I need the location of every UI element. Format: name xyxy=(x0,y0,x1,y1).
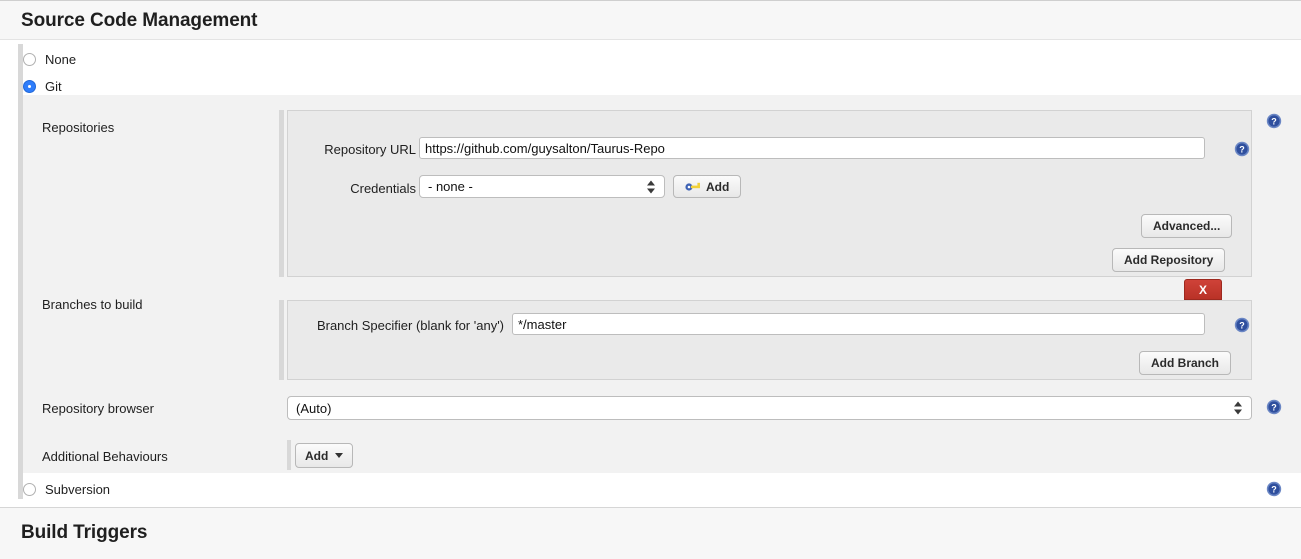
additional-behaviours-add-button[interactable]: Add xyxy=(295,443,354,468)
credentials-label: Credentials xyxy=(350,181,416,196)
jenkins-job-config-page: Source Code Management None Git Reposito… xyxy=(0,0,1301,559)
svg-text:?: ? xyxy=(1239,145,1245,155)
credentials-select[interactable]: - none - xyxy=(419,175,665,198)
chevron-down-icon xyxy=(335,453,344,458)
branch-specifier-help-icon[interactable]: ? xyxy=(1234,317,1250,333)
radio-subversion[interactable] xyxy=(23,482,36,496)
add-credentials-button[interactable]: Add xyxy=(673,175,742,198)
select-arrows-icon xyxy=(1234,401,1243,416)
delete-branch-label: X xyxy=(1198,282,1207,297)
repository-browser-select[interactable]: (Auto) xyxy=(287,396,1252,420)
select-arrows-icon xyxy=(647,179,656,194)
repository-browser-row-label: Repository browser xyxy=(42,401,154,416)
svg-text:?: ? xyxy=(1271,485,1277,495)
branches-to-build-row-label: Branches to build xyxy=(42,297,143,312)
repository-url-help-icon[interactable]: ? xyxy=(1234,141,1250,157)
radio-none[interactable] xyxy=(23,52,36,66)
branch-specifier-input[interactable] xyxy=(512,313,1205,335)
key-icon xyxy=(685,181,701,192)
svg-text:?: ? xyxy=(1271,117,1277,127)
repositories-help-icon[interactable]: ? xyxy=(1266,113,1282,129)
subversion-help-icon[interactable]: ? xyxy=(1266,481,1282,497)
credentials-selected-value: - none - xyxy=(428,179,473,194)
additional-behaviours-add-label: Add xyxy=(305,448,329,463)
scm-option-none[interactable]: None xyxy=(23,47,76,71)
build-triggers-section-header: Build Triggers xyxy=(0,507,1301,559)
additional-behaviours-rail xyxy=(287,440,291,470)
repository-browser-selected-value: (Auto) xyxy=(296,400,332,416)
branch-entry-block: X Branch Specifier (blank for 'any') ? A… xyxy=(279,279,1252,380)
add-repository-button-label: Add Repository xyxy=(1124,253,1214,267)
scm-option-subversion-label: Subversion xyxy=(45,481,111,497)
scm-option-subversion[interactable]: Subversion xyxy=(23,477,110,501)
advanced-button-label: Advanced... xyxy=(1153,219,1221,233)
scm-option-none-label: None xyxy=(45,51,77,67)
svg-text:?: ? xyxy=(1239,321,1245,331)
additional-behaviours-row-label: Additional Behaviours xyxy=(42,449,168,464)
advanced-button[interactable]: Advanced... xyxy=(1141,214,1233,238)
page-title: Source Code Management xyxy=(21,10,258,31)
repository-browser-help-icon[interactable]: ? xyxy=(1266,399,1282,415)
add-repository-button[interactable]: Add Repository xyxy=(1112,248,1226,272)
source-code-management-section-header: Source Code Management xyxy=(0,0,1301,40)
svg-text:?: ? xyxy=(1271,403,1277,413)
add-credentials-label: Add xyxy=(706,179,730,194)
scm-option-git-label: Git xyxy=(45,78,62,94)
add-branch-button[interactable]: Add Branch xyxy=(1139,351,1232,375)
delete-branch-button[interactable]: X xyxy=(1184,279,1222,300)
radio-git[interactable] xyxy=(23,79,36,93)
repository-url-input[interactable] xyxy=(419,137,1205,159)
add-branch-button-label: Add Branch xyxy=(1151,356,1220,370)
branch-specifier-label: Branch Specifier (blank for 'any') xyxy=(316,318,504,333)
repository-url-label: Repository URL xyxy=(324,142,416,157)
repository-entry-block: Repository URL Credentials - none - Add xyxy=(279,110,1252,277)
build-triggers-title: Build Triggers xyxy=(21,522,148,543)
repositories-row-label: Repositories xyxy=(42,120,115,135)
